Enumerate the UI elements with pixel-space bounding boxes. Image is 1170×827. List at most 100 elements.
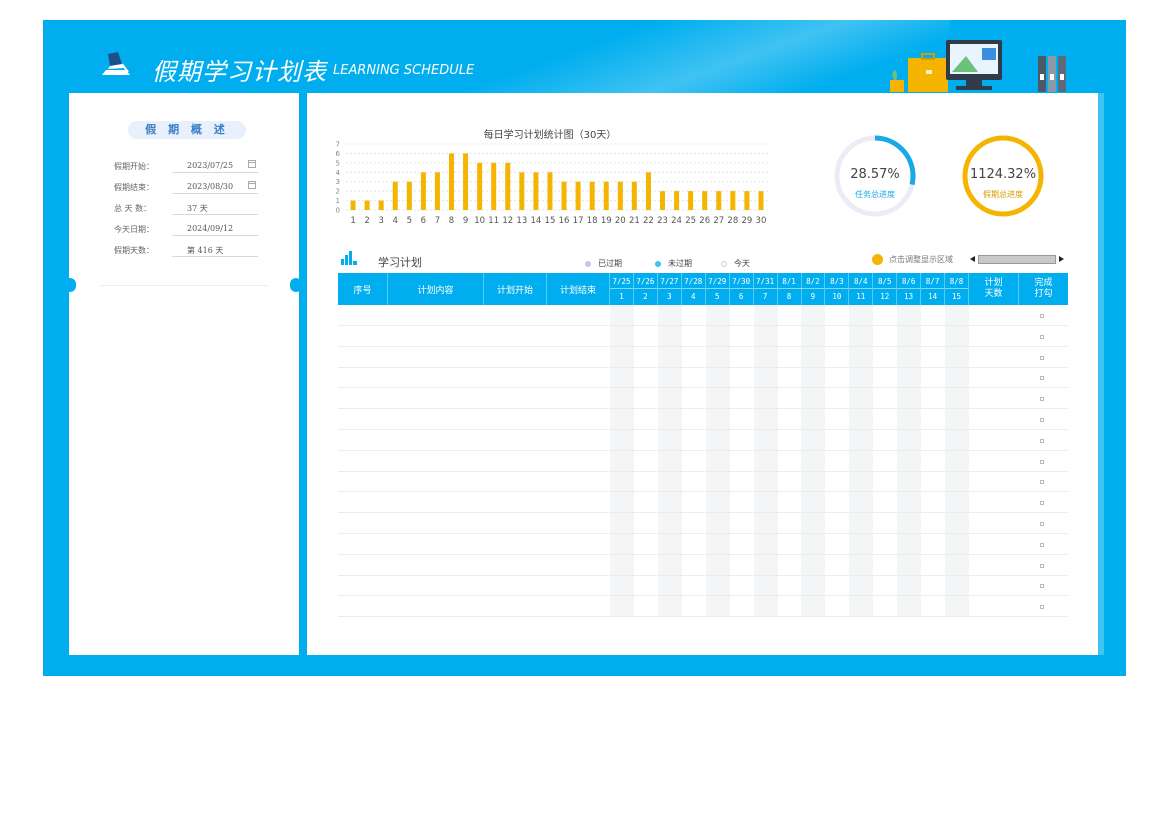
- done-checkbox[interactable]: [1040, 334, 1044, 339]
- chart-x-tick-label: 17: [573, 216, 584, 226]
- date-column-stripe: [897, 305, 922, 617]
- chart-bar: [477, 162, 483, 210]
- scroll-thumb[interactable]: [978, 255, 1056, 264]
- task-progress-value: 28.57%: [850, 167, 900, 182]
- chart-bar: [688, 191, 694, 210]
- overview-row: 假期开始： 2023/07/25: [114, 159, 260, 173]
- date-label: 8/2: [806, 277, 820, 286]
- underline: [172, 172, 258, 173]
- chart-bar: [406, 181, 412, 210]
- date-column-stripe: [945, 305, 970, 617]
- day-number: 2: [643, 292, 648, 301]
- date-label: 8/5: [877, 277, 892, 286]
- date-column-stripe: [610, 305, 634, 617]
- scroll-right-icon[interactable]: [1059, 256, 1064, 262]
- divider: [657, 288, 681, 289]
- chart-bar: [631, 181, 637, 210]
- done-checkbox[interactable]: [1040, 418, 1044, 422]
- col-plan-days: 计划 天数: [969, 273, 1019, 305]
- chart-x-tick-label: 23: [657, 216, 668, 226]
- done-checkbox[interactable]: [1040, 376, 1044, 381]
- day-number: 8: [786, 292, 792, 301]
- day-number: 6: [738, 292, 744, 301]
- divider: [849, 288, 873, 289]
- overview-row: 假期天数： 第 416 天: [114, 243, 260, 257]
- overview-row: 假期结束： 2023/08/30: [114, 180, 260, 194]
- done-checkbox[interactable]: [1040, 480, 1044, 485]
- overview-title: 假 期 概 述: [128, 121, 246, 139]
- calendar-icon[interactable]: [248, 160, 256, 168]
- chart-x-tick-label: 1: [350, 216, 355, 226]
- done-checkbox[interactable]: [1040, 542, 1044, 547]
- chart-x-tick-label: 14: [530, 216, 541, 226]
- chart-x-tick-label: 27: [713, 216, 724, 226]
- page-subtitle: LEARNING SCHEDULE: [333, 63, 475, 78]
- day-number: 13: [904, 292, 914, 301]
- table-row: [338, 595, 1068, 597]
- col-done: 完成 打勾: [1034, 278, 1053, 299]
- task-progress-label: 任务总进度: [855, 190, 895, 199]
- daily-plan-bar-chart: 012345671 2 3 4 5 6 7 8 9 10 11 12 13 14 15 16 17 18 19 20 2…: [336, 141, 768, 226]
- date-column-header: 8/3 10: [825, 273, 850, 305]
- vacation-progress-value: 1124.32%: [969, 167, 1037, 182]
- chart-x-tick-label: 21: [629, 216, 640, 226]
- done-checkbox[interactable]: [1040, 584, 1044, 589]
- panel-notch: [64, 278, 76, 292]
- chart-bar: [603, 181, 609, 210]
- chart-bar: [561, 181, 567, 210]
- chart-bar: [730, 191, 736, 210]
- done-checkbox[interactable]: [1040, 397, 1044, 402]
- done-checkbox[interactable]: [1040, 522, 1044, 526]
- done-checkbox[interactable]: [1040, 314, 1044, 318]
- chart-bar: [364, 200, 370, 210]
- done-checkbox[interactable]: [1040, 459, 1044, 464]
- table-row: [338, 408, 1068, 410]
- table-row: [338, 449, 1068, 451]
- done-checkbox[interactable]: [1040, 605, 1044, 610]
- overview-value[interactable]: 2023/08/30: [187, 182, 233, 191]
- chart-x-tick-label: 9: [463, 216, 468, 226]
- divider: [825, 288, 849, 289]
- done-checkbox[interactable]: [1040, 563, 1044, 568]
- date-label: 8/6: [901, 277, 916, 286]
- chart-bar: [547, 172, 553, 210]
- plan-title: 学习计划: [378, 256, 422, 269]
- table-row: [338, 429, 1068, 430]
- divider: [753, 288, 777, 289]
- overview-value: 2024/09/12: [187, 224, 234, 233]
- desk-lamp-icon: [102, 52, 130, 75]
- date-label: 8/4: [854, 277, 868, 286]
- chart-x-tick-label: 15: [545, 216, 556, 226]
- overview-value[interactable]: 2023/07/25: [187, 161, 233, 170]
- chart-x-tick-label: 29: [741, 216, 752, 226]
- col-content: 计划内容: [388, 273, 484, 305]
- chart-y-tick-label: 6: [336, 150, 341, 158]
- legend-expired: 已过期: [585, 258, 622, 269]
- chart-bar: [674, 191, 680, 210]
- underline: [172, 235, 258, 236]
- done-checkbox[interactable]: [1040, 355, 1044, 360]
- day-number: 12: [880, 292, 890, 301]
- done-checkbox[interactable]: [1040, 438, 1044, 443]
- date-label: 7/31: [756, 277, 775, 286]
- chart-bar: [434, 172, 440, 210]
- table-row: [338, 574, 1068, 576]
- day-number: 1: [619, 292, 624, 301]
- date-column-header: 8/6 13: [897, 273, 922, 305]
- calendar-icon[interactable]: [248, 181, 256, 189]
- table-row: [338, 616, 1068, 618]
- divider: [100, 285, 268, 286]
- scroll-left-icon[interactable]: [970, 256, 975, 262]
- chart-x-tick-label: 13: [516, 216, 527, 226]
- chart-bar: [378, 200, 384, 210]
- panel-edge: [1098, 93, 1104, 655]
- date-label: 7/28: [684, 277, 703, 286]
- chart-y-tick-label: 0: [336, 207, 340, 215]
- date-range-scrollbar[interactable]: [969, 254, 1065, 265]
- day-number: 7: [762, 292, 768, 301]
- date-label: 8/1: [782, 277, 796, 286]
- done-checkbox[interactable]: [1040, 501, 1044, 506]
- chart-bar: [505, 162, 511, 210]
- date-column-stripe: [753, 305, 778, 617]
- chart-bar: [533, 172, 539, 210]
